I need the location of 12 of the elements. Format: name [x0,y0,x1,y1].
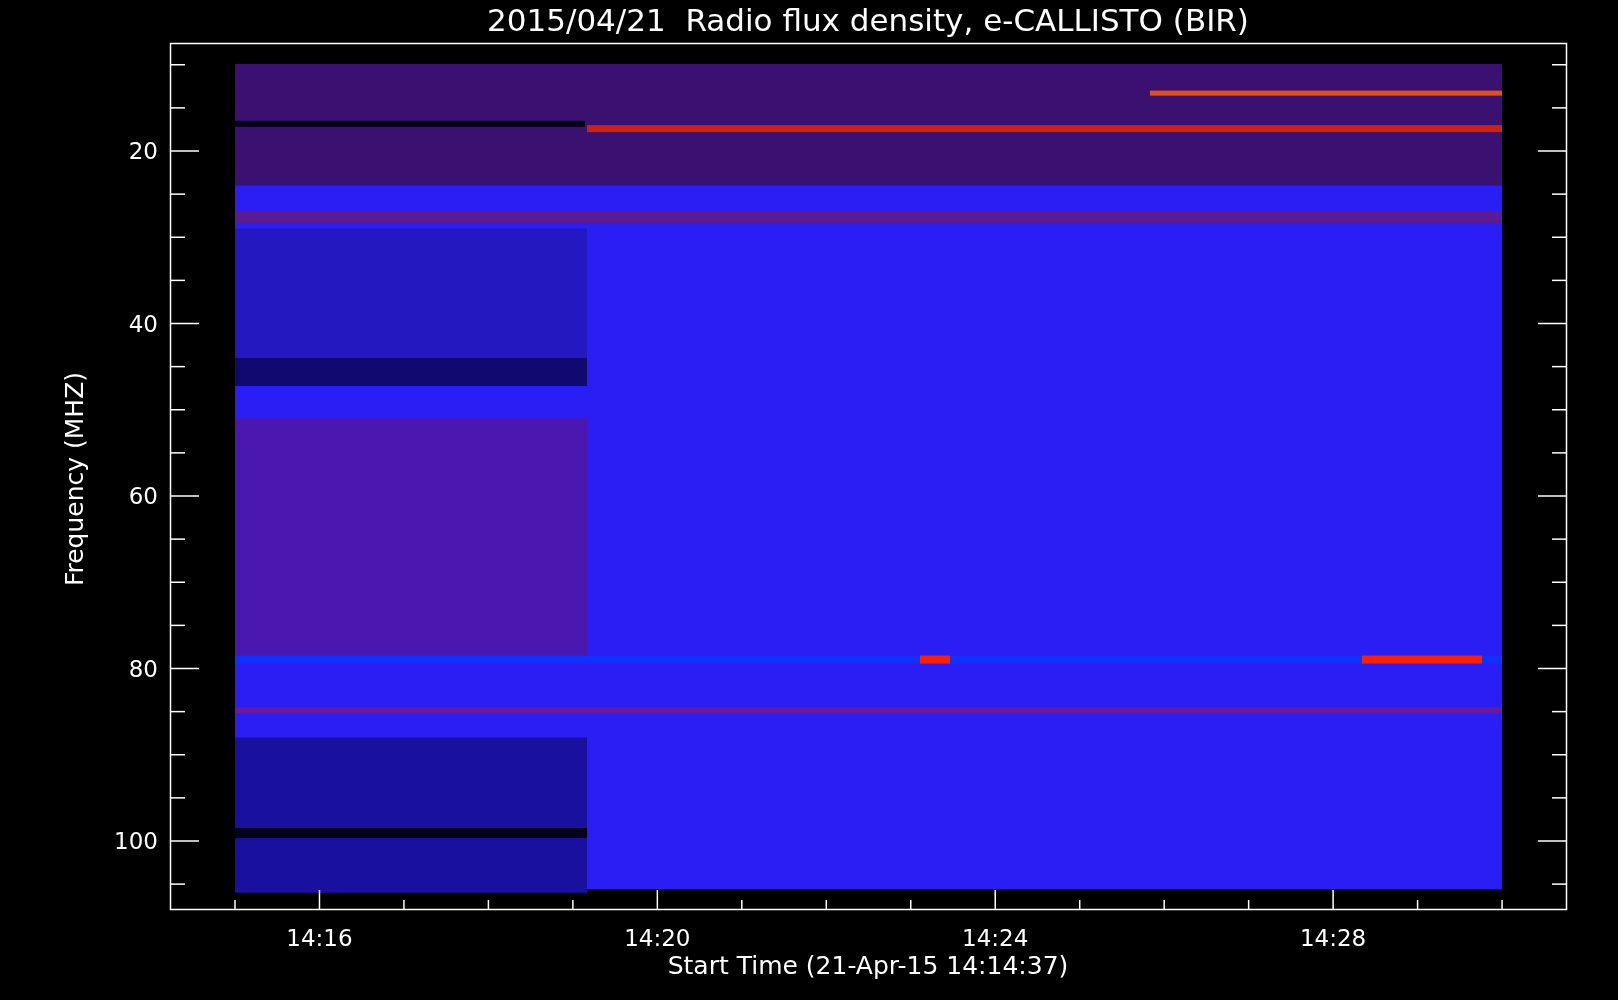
y-tick-label: 60 [128,483,158,509]
x-tick-label: 14:28 [1299,925,1367,951]
y-axis-label: Frequency (MHZ) [60,371,89,587]
x-tick-label: 14:20 [624,925,691,951]
chart-title: 2015/04/21 Radio flux density, e-CALLISTO (BIR) [487,2,1249,38]
y-tick-label: 100 [114,828,158,854]
y-tick-label: 80 [128,655,158,682]
x-axis-label: Start Time (21-Apr-15 14:14:37) [667,951,1069,980]
y-tick-label: 20 [128,138,158,164]
x-tick-label: 14:24 [962,925,1029,951]
x-tick-label: 14:16 [286,925,353,951]
y-tick-label: 40 [128,310,158,337]
